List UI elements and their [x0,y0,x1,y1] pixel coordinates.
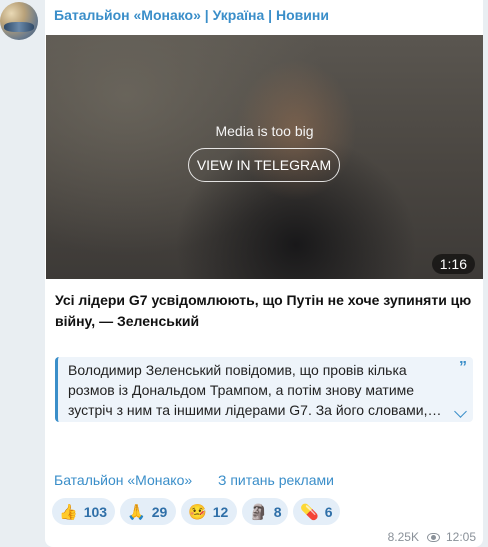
view-count: 8.25K [387,530,419,544]
video-duration-badge: 1:16 [431,254,475,274]
channel-title[interactable]: Батальйон «Монако» | Україна | Новини [54,7,329,23]
quote-block[interactable]: Володимир Зеленський повідомив, що прові… [55,357,473,422]
reaction-moai[interactable]: 🗿 8 [242,498,288,525]
reaction-sick-face[interactable]: 🤒 12 [181,498,237,525]
ads-link[interactable]: З питань реклами [218,472,334,488]
post-headline: Усі лідери G7 усвідомлюють, що Путін не … [55,292,472,329]
channel-link[interactable]: Батальйон «Монако» [54,472,192,488]
reaction-pill[interactable]: 💊 6 [293,498,340,525]
thumbs-up-icon: 👍 [59,503,78,521]
message-time: 12:05 [445,530,476,544]
eye-icon [426,532,440,542]
reaction-count: 103 [83,503,108,520]
reaction-count: 8 [273,503,282,520]
channel-avatar[interactable] [0,2,38,40]
quote-icon: ” [459,359,467,376]
reaction-count: 6 [324,503,333,520]
view-in-telegram-button[interactable]: VIEW IN TELEGRAM [188,148,340,182]
moai-icon: 🗿 [249,503,268,521]
reaction-thumbs-up[interactable]: 👍 103 [52,498,115,525]
chevron-down-icon[interactable] [454,405,467,418]
reaction-count: 29 [151,503,168,520]
pill-icon: 💊 [300,503,319,521]
praying-hands-icon: 🙏 [127,503,146,521]
media-too-big-note: Media is too big [215,123,314,139]
sick-face-icon: 🤒 [188,503,207,521]
message-meta: 8.25K 12:05 [388,530,476,544]
reaction-count: 12 [212,503,229,520]
quote-text: Володимир Зеленський повідомив, що прові… [68,362,442,418]
reaction-praying-hands[interactable]: 🙏 29 [120,498,176,525]
video-preview[interactable]: Media is too big VIEW IN TELEGRAM 1:16 [46,35,483,279]
